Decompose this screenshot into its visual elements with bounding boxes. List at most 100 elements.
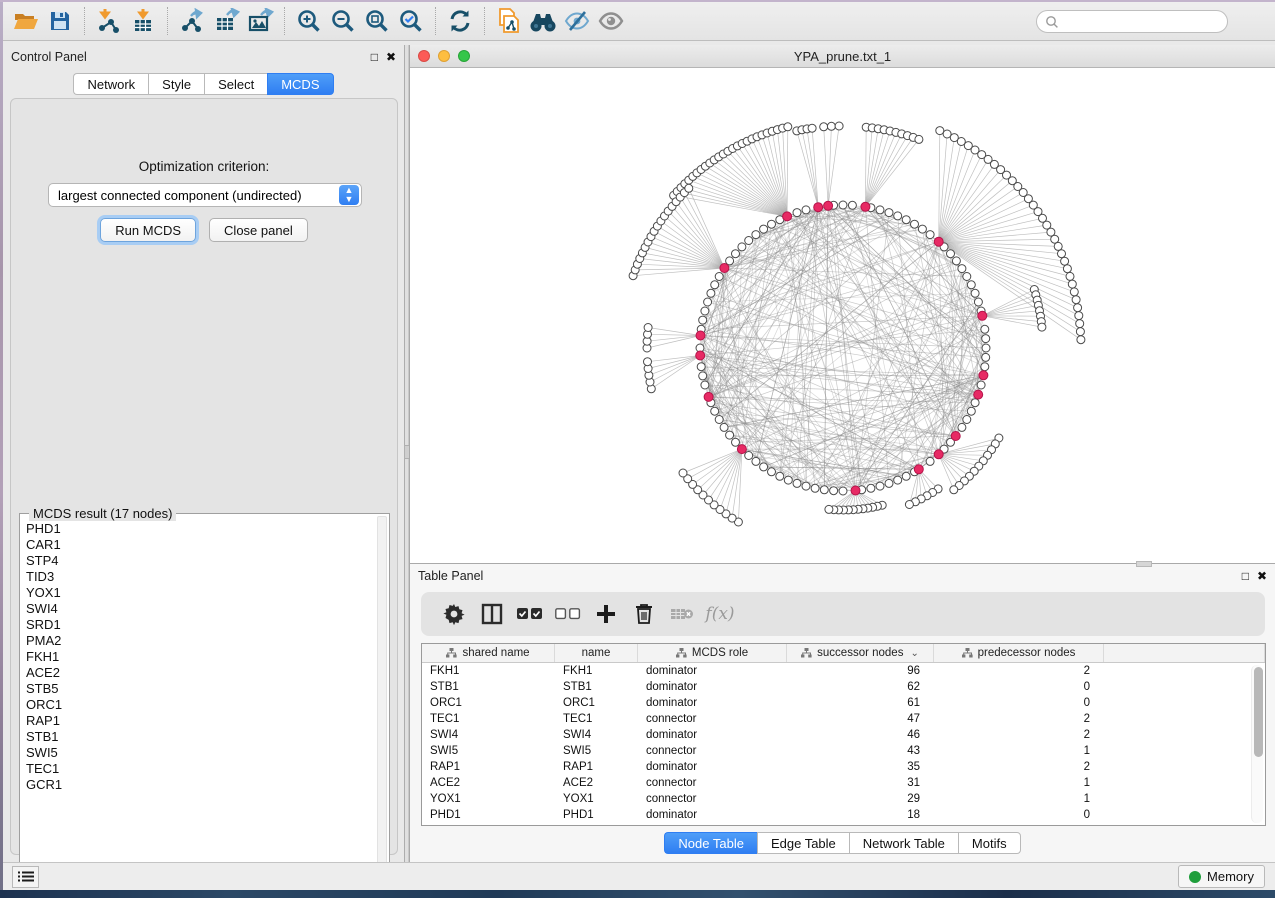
column-header-shared-name[interactable]: shared name	[422, 644, 555, 662]
save-session-icon[interactable]	[43, 5, 77, 37]
show-all-icon[interactable]	[594, 5, 628, 37]
table-cell: STB1	[555, 681, 638, 693]
table-row[interactable]: FKH1FKH1dominator962	[422, 663, 1265, 679]
table-cell: FKH1	[422, 665, 555, 677]
table-row[interactable]: YOX1YOX1connector291	[422, 791, 1265, 807]
tab-style[interactable]: Style	[148, 73, 204, 95]
task-history-button[interactable]	[12, 866, 39, 888]
table-cell: connector	[638, 777, 787, 789]
table-scrollbar-thumb[interactable]	[1254, 667, 1263, 757]
mcds-result-item: SWI5	[26, 745, 375, 761]
table-cell: PHD1	[422, 809, 555, 821]
table-row[interactable]: STB1STB1dominator620	[422, 679, 1265, 695]
run-mcds-button[interactable]: Run MCDS	[100, 218, 196, 242]
mcds-result-item: PHD1	[26, 521, 375, 537]
table-cell: ORC1	[555, 697, 638, 709]
deselect-all-checkboxes-icon[interactable]	[549, 597, 587, 631]
shared-column-icon	[446, 648, 457, 658]
table-body: FKH1FKH1dominator962STB1STB1dominator620…	[422, 663, 1265, 823]
table-row[interactable]: RAP1RAP1dominator352	[422, 759, 1265, 775]
list-icon	[18, 871, 34, 883]
tab-node-table[interactable]: Node Table	[664, 832, 757, 854]
optimization-criterion-select[interactable]: largest connected component (undirected)…	[48, 183, 362, 207]
network-canvas[interactable]	[410, 68, 1275, 562]
memory-status-icon	[1189, 871, 1201, 883]
search-icon	[1045, 15, 1059, 29]
zoom-in-icon[interactable]	[292, 5, 326, 37]
tab-network-table[interactable]: Network Table	[849, 832, 958, 854]
network-titlebar: YPA_prune.txt_1	[410, 45, 1275, 68]
duplicate-network-icon[interactable]	[492, 5, 526, 37]
mcds-result-item: SRD1	[26, 617, 375, 633]
table-row[interactable]: ACE2ACE2connector311	[422, 775, 1265, 791]
export-network-icon[interactable]	[175, 5, 209, 37]
memory-button[interactable]: Memory	[1178, 865, 1265, 888]
export-table-icon[interactable]	[209, 5, 243, 37]
table-cell: connector	[638, 793, 787, 805]
table-cell: SWI4	[422, 729, 555, 741]
desktop-edge-top	[0, 0, 1275, 2]
table-scrollbar[interactable]	[1251, 665, 1263, 823]
close-table-panel-icon[interactable]: ✖	[1257, 570, 1267, 582]
table-row[interactable]: PHD1PHD1dominator180	[422, 807, 1265, 823]
zoom-selected-icon[interactable]	[394, 5, 428, 37]
table-cell: FKH1	[555, 665, 638, 677]
table-cell: 46	[787, 729, 934, 741]
split-columns-icon[interactable]	[473, 597, 511, 631]
table-cell: 43	[787, 745, 934, 757]
table-cell: YOX1	[555, 793, 638, 805]
delete-column-icon[interactable]	[625, 597, 663, 631]
desktop-edge-left	[0, 0, 3, 898]
zoom-out-icon[interactable]	[326, 5, 360, 37]
search-input[interactable]	[1064, 15, 1219, 29]
column-settings-icon[interactable]	[435, 597, 473, 631]
table-row[interactable]: TEC1TEC1connector472	[422, 711, 1265, 727]
result-scrollbar[interactable]	[377, 516, 387, 881]
float-panel-icon[interactable]: □	[371, 51, 378, 63]
tab-select[interactable]: Select	[204, 73, 267, 95]
table-row[interactable]: SWI5SWI5connector431	[422, 743, 1265, 759]
import-table-icon[interactable]	[126, 5, 160, 37]
tab-edge-table[interactable]: Edge Table	[757, 832, 849, 854]
optimization-criterion-value: largest connected component (undirected)	[49, 188, 339, 203]
network-window: YPA_prune.txt_1	[409, 45, 1275, 563]
open-file-icon[interactable]	[9, 5, 43, 37]
export-image-icon[interactable]	[243, 5, 277, 37]
column-header-mcds-role[interactable]: MCDS role	[638, 644, 787, 662]
mcds-result-item: TID3	[26, 569, 375, 585]
table-cell: 2	[934, 665, 1104, 677]
column-header-name[interactable]: name	[555, 644, 638, 662]
refresh-view-icon[interactable]	[443, 5, 477, 37]
float-table-panel-icon[interactable]: □	[1242, 570, 1249, 582]
column-header-successor-nodes[interactable]: successor nodes ⌄	[787, 644, 934, 662]
close-panel-icon[interactable]: ✖	[386, 51, 396, 63]
table-row[interactable]: SWI4SWI4dominator462	[422, 727, 1265, 743]
network-title: YPA_prune.txt_1	[410, 49, 1275, 64]
table-cell: SWI5	[422, 745, 555, 757]
tab-mcds[interactable]: MCDS	[267, 73, 333, 95]
mcds-result-list[interactable]: PHD1CAR1STP4TID3YOX1SWI4SRD1PMA2FKH1ACE2…	[26, 521, 375, 880]
close-panel-button[interactable]: Close panel	[209, 218, 308, 242]
table-row[interactable]: ORC1ORC1dominator610	[422, 695, 1265, 711]
toolbar-separator	[484, 7, 485, 35]
tab-network[interactable]: Network	[73, 73, 148, 95]
hide-selected-icon[interactable]	[560, 5, 594, 37]
import-network-icon[interactable]	[92, 5, 126, 37]
add-column-icon[interactable]	[587, 597, 625, 631]
mcds-result-item: STP4	[26, 553, 375, 569]
horizontal-splitter-grip[interactable]	[1136, 561, 1152, 567]
sort-descending-icon: ⌄	[910, 648, 918, 659]
zoom-fit-icon[interactable]	[360, 5, 394, 37]
select-all-checkboxes-icon[interactable]	[511, 597, 549, 631]
table-cell: 35	[787, 761, 934, 773]
table-panel: Table Panel □ ✖	[409, 563, 1275, 862]
table-cell: 96	[787, 665, 934, 677]
mcds-result-item: SWI4	[26, 601, 375, 617]
control-panel-title: Control Panel	[11, 50, 363, 64]
search-binoculars-icon[interactable]	[526, 5, 560, 37]
column-header-predecessor-nodes[interactable]: predecessor nodes	[934, 644, 1104, 662]
shared-column-icon	[801, 648, 812, 658]
table-cell: dominator	[638, 729, 787, 741]
tab-motifs[interactable]: Motifs	[958, 832, 1021, 854]
table-cell: TEC1	[555, 713, 638, 725]
